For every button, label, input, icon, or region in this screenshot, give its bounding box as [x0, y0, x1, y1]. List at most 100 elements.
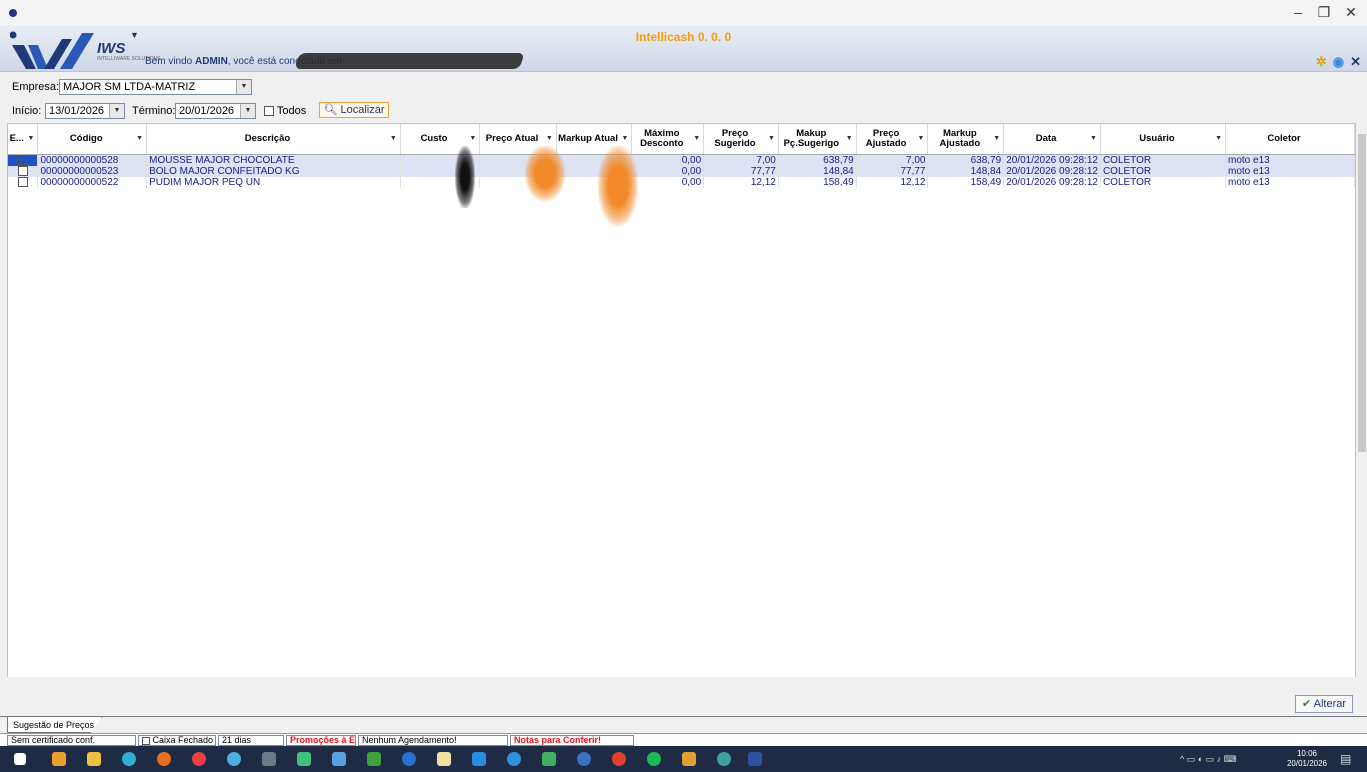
termino-date-picker[interactable]: 20/01/2026 ▼: [175, 103, 256, 119]
cell-usuario: COLETOR: [1100, 176, 1227, 188]
todos-checkbox[interactable]: Todos: [264, 105, 306, 117]
column-header-label: Markup Atual: [558, 132, 618, 144]
app-icon[interactable]: [332, 752, 346, 766]
app-icon[interactable]: [717, 752, 731, 766]
search-icon[interactable]: [157, 752, 171, 766]
chevron-down-icon[interactable]: ▼: [109, 104, 124, 118]
row-select-cell[interactable]: [8, 154, 39, 166]
chevron-down-icon[interactable]: ▼: [1215, 134, 1222, 144]
spotify-icon[interactable]: [647, 752, 661, 766]
app-icon[interactable]: [227, 752, 241, 766]
cell-preco-aj: 7,00: [856, 154, 929, 166]
row-checkbox[interactable]: [17, 176, 28, 187]
column-header[interactable]: Descrição ▼: [146, 124, 401, 155]
cell-markup-aj: 158,49: [927, 176, 1005, 188]
column-header-label: Código: [69, 132, 103, 144]
tray-icons[interactable]: ^ ▭ ◐ ▭ ♪ ⌨: [1180, 754, 1237, 765]
column-header[interactable]: Data ▼: [1003, 124, 1101, 155]
chevron-down-icon[interactable]: ▼: [993, 134, 1000, 144]
chevron-down-icon[interactable]: ▼: [390, 134, 397, 144]
column-header-label: Custo: [420, 132, 448, 144]
inicio-date-picker[interactable]: 13/01/2026 ▼: [45, 103, 125, 119]
column-header[interactable]: Coletor: [1225, 124, 1355, 155]
chevron-down-icon[interactable]: ▼: [768, 134, 775, 144]
cell-preco-sug: 77,77: [703, 165, 779, 177]
table-row[interactable]: 00000000000522 PUDIM MAJOR PEQ UN 0,00 12,1…: [8, 176, 1355, 188]
intellicash-icon[interactable]: [748, 752, 762, 766]
status-notas[interactable]: Notas para Conferir!: [510, 735, 634, 746]
column-header[interactable]: Máximo Desconto ▼: [631, 124, 705, 155]
tab-sugestao-precos[interactable]: Sugestão de Preços: [7, 717, 102, 733]
column-header[interactable]: Preço Sugerido ▼: [703, 124, 779, 155]
termino-label: Término:: [132, 105, 176, 117]
column-header[interactable]: Usuário ▼: [1100, 124, 1227, 155]
chevron-down-icon[interactable]: ▼: [236, 80, 251, 94]
clock[interactable]: 10:06 20/01/2026: [1287, 749, 1327, 769]
row-checkbox[interactable]: [17, 165, 28, 176]
cell-preco-sug: 12,12: [703, 176, 779, 188]
chevron-down-icon[interactable]: ▼: [546, 134, 553, 144]
app-icon[interactable]: [192, 752, 206, 766]
app-icon[interactable]: [507, 752, 521, 766]
column-header[interactable]: Makup Pç.Sugerigo ▼: [778, 124, 857, 155]
close-icon[interactable]: ✕: [1350, 54, 1361, 70]
folder-icon[interactable]: [87, 752, 101, 766]
column-header[interactable]: Preço Ajustado ▼: [856, 124, 929, 155]
empresa-select[interactable]: MAJOR SM LTDA-MATRIZ ▼: [59, 79, 252, 95]
linux-icon[interactable]: [437, 752, 451, 766]
minimize-button[interactable]: –: [1288, 4, 1308, 20]
row-checkbox[interactable]: [17, 154, 28, 165]
column-header[interactable]: Código ▼: [37, 124, 148, 155]
calculator-icon[interactable]: [262, 752, 276, 766]
column-header[interactable]: E... ▼: [8, 124, 39, 155]
cell-coletor: moto e13: [1225, 154, 1355, 166]
status-promocoes[interactable]: Promoções à Exportar!: [286, 735, 356, 746]
chevron-down-icon[interactable]: ▼: [240, 104, 255, 118]
cell-preco-aj: 77,77: [856, 165, 929, 177]
row-select-cell[interactable]: [8, 165, 39, 177]
scrollbar-thumb[interactable]: [1358, 134, 1366, 452]
chevron-down-icon[interactable]: ▼: [469, 134, 476, 144]
app-icon[interactable]: [52, 752, 66, 766]
table-row[interactable]: 00000000000528 MOUSSE MAJOR CHOCOLATE 0,00…: [8, 154, 1355, 166]
vscode-icon[interactable]: [472, 752, 486, 766]
chevron-down-icon[interactable]: ▼: [693, 134, 700, 144]
app-icon[interactable]: [577, 752, 591, 766]
chrome-icon[interactable]: [612, 752, 626, 766]
chevron-down-icon[interactable]: ▼: [621, 134, 628, 144]
price-suggestion-grid[interactable]: E... ▼ Código ▼ Descrição ▼ Custo ▼ Preço Atual ▼…: [7, 123, 1356, 680]
chevron-down-icon[interactable]: ▼: [1090, 134, 1097, 144]
chevron-down-icon[interactable]: ▼: [136, 134, 143, 144]
chevron-down-icon[interactable]: ▼: [918, 134, 925, 144]
cell-max-desc: 0,00: [631, 176, 705, 188]
checkbox-icon[interactable]: [264, 106, 274, 117]
app-icon[interactable]: [682, 752, 696, 766]
column-header-label: Preço Atual: [485, 132, 539, 144]
cell-markup-aj: 638,79: [927, 154, 1005, 166]
start-icon[interactable]: [14, 753, 26, 765]
table-row[interactable]: 00000000000523 BOLO MAJOR CONFEITADO KG 0,…: [8, 165, 1355, 177]
app-icon[interactable]: [402, 752, 416, 766]
app-icon[interactable]: [367, 752, 381, 766]
close-button[interactable]: ✕: [1341, 4, 1361, 21]
check-icon: ✔: [1301, 698, 1312, 710]
chevron-down-icon[interactable]: ▼: [28, 134, 35, 144]
help-icon[interactable]: ◉: [1333, 54, 1344, 70]
column-header[interactable]: Markup Ajustado ▼: [927, 124, 1005, 155]
cell-descricao: PUDIM MAJOR PEQ UN: [146, 176, 401, 188]
app-icon[interactable]: [297, 752, 311, 766]
notifications-icon[interactable]: ▤: [1340, 752, 1351, 766]
localizar-button[interactable]: 🔍︎ Localizar: [319, 102, 389, 118]
plugin-icon[interactable]: ✲: [1316, 54, 1327, 70]
app-header: Intellicash 0. 0. 0 IWS INTELLIWARE SOLU…: [0, 26, 1367, 72]
chevron-down-icon[interactable]: ▼: [846, 134, 853, 144]
edge-icon[interactable]: [122, 752, 136, 766]
restore-button[interactable]: ❐: [1314, 4, 1334, 21]
iws-logo: [10, 31, 94, 69]
chevron-down-icon[interactable]: ▼: [130, 30, 139, 40]
alterar-button[interactable]: ✔ Alterar: [1295, 695, 1353, 713]
row-select-cell[interactable]: [8, 176, 39, 188]
app-icon[interactable]: [542, 752, 556, 766]
horizontal-scrollbar[interactable]: [7, 677, 1367, 689]
column-header-label: Máximo Desconto: [640, 127, 684, 149]
